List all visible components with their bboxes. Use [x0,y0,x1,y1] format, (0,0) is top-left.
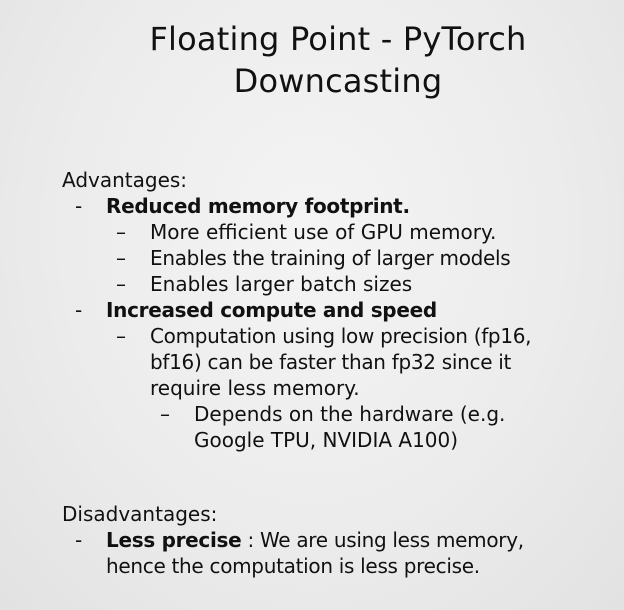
subpoint-low-precision-line-1: Computation using low precision (fp16, [150,324,532,348]
subpoint-low-precision-line-3: require less memory. [150,376,360,400]
disadvantage-less-precise-line-2: hence the computation is less precise. [106,554,480,578]
sub-bullet-dash: – [116,272,126,296]
advantage-memory-footprint-label: Reduced memory footprint. [106,194,410,218]
disadvantage-less-precise: - Less precise : We are using less memor… [62,527,524,579]
advantage-compute-speed: - Increased compute and speed [62,297,531,323]
slide-title: Floating Point - PyTorch Downcasting [0,18,624,102]
sub-bullet-dash: – [116,324,126,348]
slide-title-line-2: Downcasting [233,62,443,100]
subpoint-gpu-memory: – More efficient use of GPU memory. [62,219,531,245]
sub-bullet-dash: – [160,402,170,426]
subpoint-low-precision-line-2: bf16) can be faster than fp32 since it [150,350,512,374]
advantage-compute-speed-label: Increased compute and speed [106,298,437,322]
bullet-dash: - [75,528,83,552]
disadvantage-less-precise-label: Less precise [106,528,242,552]
sub-bullet-dash: – [116,246,126,270]
disadvantages-section: Disadvantages: - Less precise : We are u… [62,501,524,579]
subpoint-larger-models: – Enables the training of larger models [62,245,531,271]
subpoint-low-precision: – Computation using low precision (fp16,… [62,323,532,401]
subpoint-hardware-line-2: Google TPU, NVIDIA A100) [194,428,459,452]
disadvantage-less-precise-text: : We are using less memory, [241,528,524,552]
subpoint-gpu-memory-text: More efficient use of GPU memory. [150,220,497,244]
slide: Floating Point - PyTorch Downcasting Adv… [0,0,624,610]
slide-title-line-1: Floating Point - PyTorch [149,20,527,58]
subpoint-larger-models-text: Enables the training of larger models [150,246,511,270]
subpoint-batch-sizes-text: Enables larger batch sizes [150,272,413,296]
subpoint-hardware: – Depends on the hardware (e.g. Google T… [62,401,531,453]
sub-bullet-dash: – [116,220,126,244]
bullet-dash: - [75,194,83,218]
subpoint-batch-sizes: – Enables larger batch sizes [62,271,531,297]
disadvantages-heading: Disadvantages: [62,502,218,526]
subpoint-hardware-line-1: Depends on the hardware (e.g. [194,402,506,426]
bullet-dash: - [75,298,83,322]
advantage-memory-footprint: - Reduced memory footprint. [62,193,531,219]
advantages-section: Advantages: - Reduced memory footprint. … [62,167,532,453]
advantages-heading: Advantages: [62,168,188,192]
